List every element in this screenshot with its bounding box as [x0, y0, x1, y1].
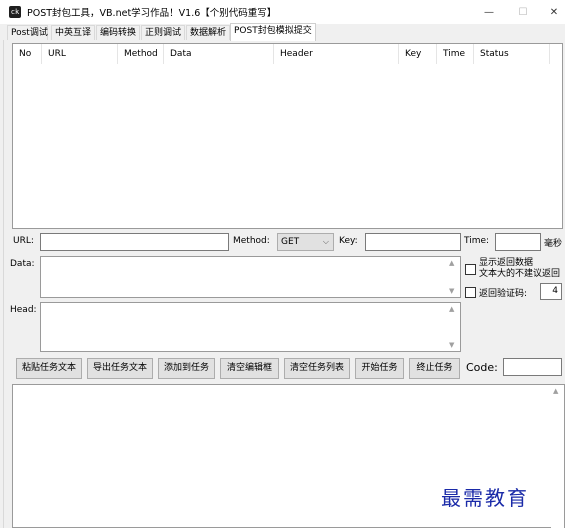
paste-task-button[interactable]: 粘贴任务文本	[16, 358, 82, 379]
add-task-button[interactable]: 添加到任务	[158, 358, 215, 379]
return-captcha-checkbox[interactable]	[465, 287, 476, 298]
column-header-no[interactable]: No	[13, 44, 42, 64]
captcha-count-input[interactable]: 4	[540, 283, 562, 300]
return-captcha-label: 返回验证码:	[479, 289, 528, 299]
head-label: Head:	[10, 305, 37, 315]
clear-editor-button[interactable]: 清空编辑框	[220, 358, 279, 379]
show-return-label-line2: 文本大的不建议返回	[479, 269, 561, 279]
head-textarea[interactable]: ▲ ▼	[40, 302, 461, 352]
tab-regex[interactable]: 正则调试	[141, 25, 185, 41]
head-scrollbar[interactable]: ▲ ▼	[447, 303, 460, 351]
column-header-status[interactable]: Status	[474, 44, 550, 64]
task-list[interactable]: No URL Method Data Header Key Time Statu…	[12, 43, 563, 229]
watermark-logo: 最需教育	[441, 486, 529, 510]
scroll-up-icon[interactable]: ▲	[553, 387, 558, 395]
scroll-down-icon[interactable]: ▼	[449, 341, 454, 349]
method-value: GET	[281, 237, 300, 247]
method-select[interactable]: GET ⌵	[277, 233, 334, 251]
key-label: Key:	[339, 236, 358, 246]
url-label: URL:	[13, 236, 34, 246]
column-header-url[interactable]: URL	[42, 44, 118, 64]
start-task-button[interactable]: 开始任务	[355, 358, 404, 379]
stop-task-button[interactable]: 终止任务	[409, 358, 460, 379]
maximize-button[interactable]: ☐	[506, 0, 540, 24]
tab-encoding[interactable]: 编码转换	[96, 25, 140, 41]
minimize-button[interactable]: —	[472, 0, 506, 24]
time-input[interactable]	[495, 233, 541, 251]
column-header-time[interactable]: Time	[437, 44, 474, 64]
tab-translate[interactable]: 中英互译	[51, 25, 95, 41]
output-scrollbar[interactable]: ▲	[551, 385, 564, 528]
scroll-up-icon[interactable]: ▲	[449, 259, 454, 267]
time-unit-label: 毫秒	[544, 239, 563, 249]
close-button[interactable]: ✕	[537, 0, 565, 24]
data-textarea[interactable]: ▲ ▼	[40, 256, 461, 298]
show-return-label-line1: 显示返回数据	[479, 258, 534, 268]
window-title: POST封包工具，VB.net学习作品！V1.6【个别代码重写】	[27, 8, 277, 19]
clear-task-list-button[interactable]: 清空任务列表	[284, 358, 350, 379]
data-label: Data:	[10, 259, 35, 269]
url-input[interactable]	[40, 233, 229, 251]
scroll-up-icon[interactable]: ▲	[449, 305, 454, 313]
column-header-header[interactable]: Header	[274, 44, 399, 64]
code-label: Code:	[466, 361, 498, 374]
chevron-down-icon: ⌵	[322, 237, 329, 246]
show-return-checkbox[interactable]	[465, 264, 476, 275]
column-header-data[interactable]: Data	[164, 44, 274, 64]
app-icon: ck	[9, 6, 21, 18]
time-label: Time:	[464, 236, 490, 246]
column-header-key[interactable]: Key	[399, 44, 437, 64]
scroll-down-icon[interactable]: ▼	[449, 287, 454, 295]
key-input[interactable]	[365, 233, 461, 251]
export-task-button[interactable]: 导出任务文本	[87, 358, 153, 379]
tab-data-parse[interactable]: 数据解析	[186, 25, 230, 41]
show-return-label: 显示返回数据 文本大的不建议返回	[479, 258, 560, 280]
tab-post-debug[interactable]: Post调试	[7, 25, 48, 41]
column-header-method[interactable]: Method	[118, 44, 164, 64]
code-input[interactable]	[503, 358, 562, 376]
method-label: Method:	[233, 236, 270, 246]
tab-post-simulate[interactable]: POST封包模拟提交	[230, 23, 316, 41]
data-scrollbar[interactable]: ▲ ▼	[447, 257, 460, 297]
